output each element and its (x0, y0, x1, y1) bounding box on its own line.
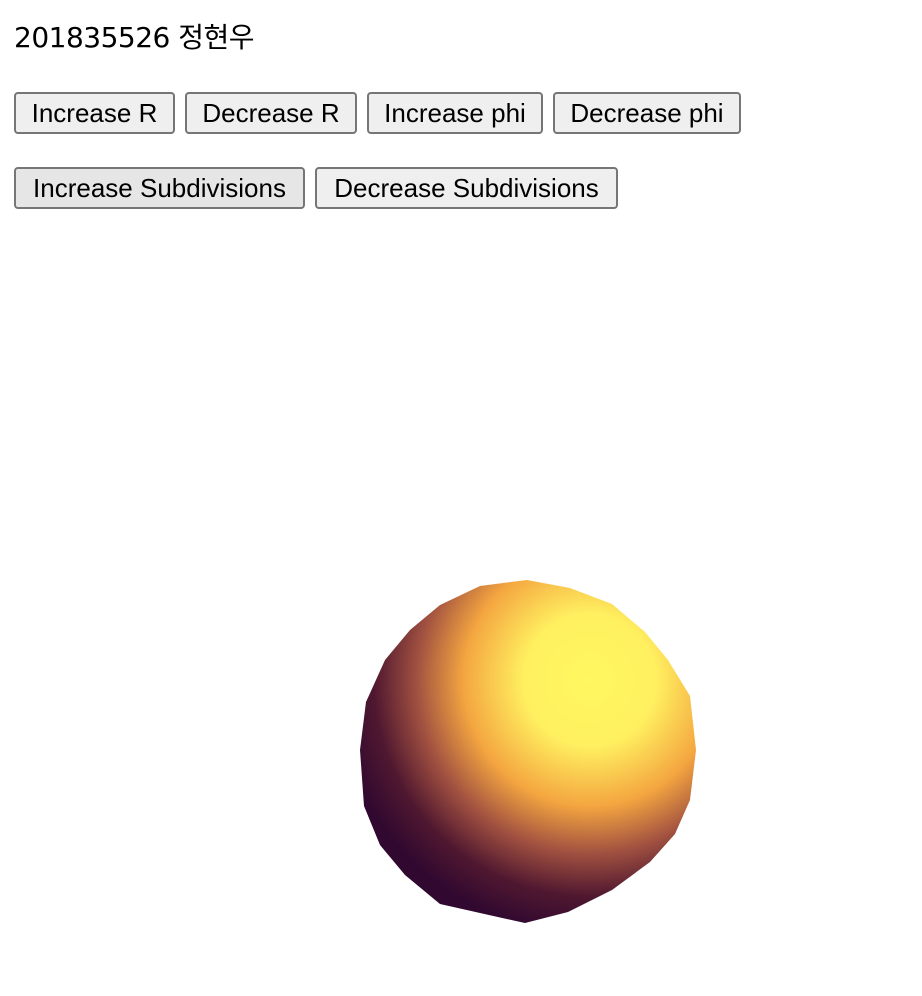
decrease-phi-button[interactable]: Decrease phi (553, 92, 741, 134)
increase-subdivisions-button[interactable]: Increase Subdivisions (14, 167, 305, 209)
sphere-render (360, 580, 696, 923)
page-title: 201835526 정현우 (14, 21, 255, 54)
button-row-subdivisions: Increase Subdivisions Decrease Subdivisi… (14, 167, 618, 209)
decrease-r-button[interactable]: Decrease R (185, 92, 357, 134)
button-row-radius-phi: Increase R Decrease R Increase phi Decre… (14, 92, 741, 134)
webgl-canvas[interactable] (0, 240, 922, 940)
increase-phi-button[interactable]: Increase phi (367, 92, 543, 134)
increase-r-button[interactable]: Increase R (14, 92, 175, 134)
sphere (360, 580, 696, 923)
decrease-subdivisions-button[interactable]: Decrease Subdivisions (315, 167, 618, 209)
